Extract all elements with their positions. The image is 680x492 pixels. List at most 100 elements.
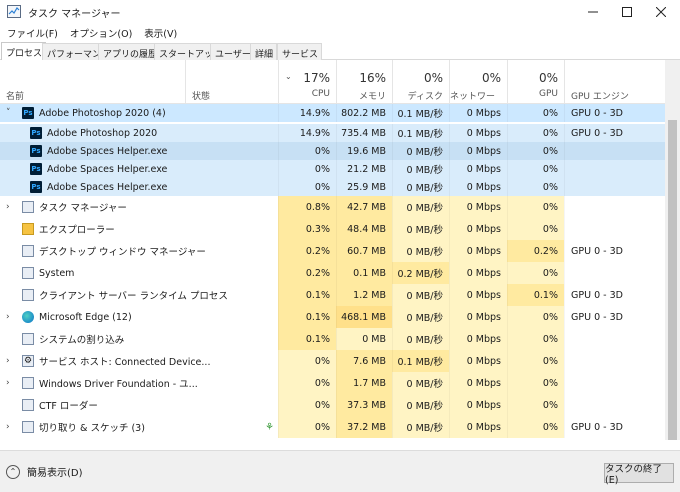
cell-mem: 25.9 MB [336,178,392,196]
cell-net: 0 Mbps [449,394,507,416]
header-memory[interactable]: 16% メモリ [336,60,392,104]
chevron-right-icon[interactable]: › [6,196,10,218]
cell-net: 0 Mbps [449,142,507,160]
process-row[interactable]: Ps Adobe Photoshop 2020 14.9% 735.4 MB 0.1 M… [0,124,665,142]
process-name: エクスプローラー [39,225,115,236]
process-row[interactable]: › ⚙ サービス ホスト: Connected Device... 0% 7.6 MB 0… [0,350,665,372]
cell-disk: 0 MB/秒 [392,240,449,262]
tab-app-history[interactable]: アプリの履歴 [98,43,162,60]
cell-gpu: 0% [507,104,564,122]
process-name: Microsoft Edge (12) [39,311,132,323]
process-row[interactable]: System 0.2% 0.1 MB 0.2 MB/秒 0 Mbps 0% [0,262,665,284]
cell-mem: 735.4 MB [336,124,392,142]
process-row[interactable]: Ps Adobe Spaces Helper.exe 0% 21.2 MB 0 MB/秒… [0,160,665,178]
menu-file[interactable]: ファイル(F) [0,24,63,41]
cell-net: 0 Mbps [449,160,507,178]
chevron-right-icon[interactable]: › [6,416,10,438]
maximize-button[interactable] [610,0,644,24]
header-cpu[interactable]: 17% CPU [278,60,336,104]
process-name: デスクトップ ウィンドウ マネージャー [39,247,206,258]
cell-mem: 1.2 MB [336,284,392,306]
cell-mem: 468.1 MB [336,306,392,328]
cell-disk: 0 MB/秒 [392,160,449,178]
cell-mem: 7.6 MB [336,350,392,372]
header-status[interactable]: 状態 [185,60,278,104]
chevron-right-icon[interactable]: › [6,350,10,372]
chevron-right-icon[interactable]: › [6,372,10,394]
tab-details[interactable]: 詳細 [250,43,278,60]
process-row[interactable]: › Windows Driver Foundation - ユ... 0% 1.7 M… [0,372,665,394]
cell-mem: 0.1 MB [336,262,392,284]
cell-net: 0 Mbps [449,124,507,142]
minimize-icon [588,11,598,13]
process-row[interactable]: Ps Adobe Spaces Helper.exe 0% 25.9 MB 0 MB/秒… [0,178,665,196]
process-name: Adobe Spaces Helper.exe [47,181,168,193]
photoshop-icon: Ps [22,107,34,119]
cell-gpu: 0% [507,328,564,350]
header-gpu[interactable]: 0% GPU [507,60,564,104]
cell-gpu: 0% [507,416,564,438]
cell-net: 0 Mbps [449,306,507,328]
process-row[interactable]: › タスク マネージャー 0.8% 42.7 MB 0 MB/秒 0 Mbps 0% [0,196,665,218]
cell-gpu: 0% [507,178,564,196]
cell-mem: 37.2 MB [336,416,392,438]
header-gpu-engine[interactable]: GPU エンジン [564,60,665,104]
vertical-scrollbar[interactable] [665,60,680,440]
process-row[interactable]: › 切り取り & スケッチ (3) ⚘ 0% 37.2 MB 0 MB/秒 0 Mbps 0%… [0,416,665,438]
cell-mem: 60.7 MB [336,240,392,262]
process-row[interactable]: システムの割り込み 0.1% 0 MB 0 MB/秒 0 Mbps 0% [0,328,665,350]
process-row[interactable]: Ps Adobe Spaces Helper.exe 0% 19.6 MB 0 MB/秒… [0,142,665,160]
cell-engine: GPU 0 - 3D [564,240,665,262]
tab-users[interactable]: ユーザー [210,43,255,60]
menu-view[interactable]: 表示(V) [137,24,182,41]
cell-engine: GPU 0 - 3D [564,124,665,142]
cell-mem: 48.4 MB [336,218,392,240]
process-name: タスク マネージャー [39,203,127,214]
cell-engine [564,178,665,196]
cell-engine [564,262,665,284]
window-title: タスク マネージャー [28,9,121,20]
menu-options[interactable]: オプション(O) [63,24,137,41]
cell-net: 0 Mbps [449,104,507,122]
process-row[interactable]: クライアント サーバー ランタイム プロセス 0.1% 1.2 MB 0 MB/秒 0 … [0,284,665,306]
photoshop-icon: Ps [30,127,42,139]
cell-disk: 0 MB/秒 [392,394,449,416]
header-disk[interactable]: 0% ディスク [392,60,449,104]
cell-engine [564,394,665,416]
process-row[interactable]: › Microsoft Edge (12) 0.1% 468.1 MB 0 MB/秒 0 … [0,306,665,328]
cell-disk: 0 MB/秒 [392,178,449,196]
process-row[interactable]: ˅ Ps Adobe Photoshop 2020 (4) 14.9% 802.2 MB… [0,104,665,122]
cell-gpu: 0.2% [507,240,564,262]
cell-engine [564,142,665,160]
close-button[interactable] [644,0,678,24]
cell-disk: 0 MB/秒 [392,218,449,240]
system-icon [22,267,34,279]
cell-net: 0 Mbps [449,328,507,350]
cell-gpu: 0% [507,160,564,178]
column-header: 名前 状態 ⌄ 17% CPU 16% メモリ 0% ディスク 0% ネットワー… [0,60,680,115]
process-row[interactable]: デスクトップ ウィンドウ マネージャー 0.2% 60.7 MB 0 MB/秒 0 Mb… [0,240,665,262]
cell-engine [564,372,665,394]
edge-icon [22,311,34,323]
fewer-details-button[interactable]: ⌃ 簡易表示(D) [6,464,83,479]
scrollbar-thumb[interactable] [668,120,677,440]
cell-engine: GPU 0 - 3D [564,306,665,328]
header-name[interactable]: 名前 [0,60,185,104]
tab-services[interactable]: サービス [277,43,323,60]
cell-mem: 19.6 MB [336,142,392,160]
chevron-right-icon[interactable]: › [6,306,10,328]
chevron-down-icon[interactable]: ˅ [6,104,11,122]
end-task-button[interactable]: タスクの終了(E) [604,463,674,486]
process-name: System [39,267,75,279]
cell-cpu: 0.1% [278,284,336,306]
cell-cpu: 0% [278,416,336,438]
header-network[interactable]: 0% ネットワーク [449,60,507,115]
process-row[interactable]: CTF ローダー 0% 37.3 MB 0 MB/秒 0 Mbps 0% [0,394,665,416]
tab-processes[interactable]: プロセス [1,42,47,60]
cell-gpu: 0.1% [507,284,564,306]
cell-engine: GPU 0 - 3D [564,104,665,122]
process-row[interactable]: エクスプローラー 0.3% 48.4 MB 0 MB/秒 0 Mbps 0% [0,218,665,240]
folder-icon [22,223,34,235]
minimize-button[interactable] [576,0,610,24]
process-name: Adobe Photoshop 2020 (4) [39,107,166,119]
